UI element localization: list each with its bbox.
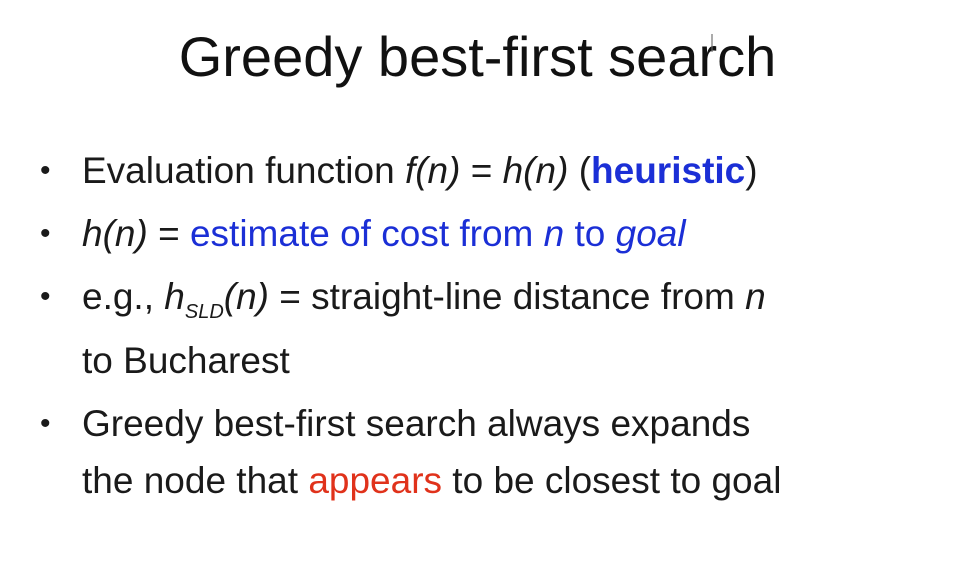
formula-f-n: f(n)	[404, 150, 461, 191]
slide: Greedy best-first search • Evaluation fu…	[0, 0, 955, 583]
formula-h: h	[164, 276, 185, 317]
bullet-text: e.g.,	[82, 276, 165, 317]
bullet-text: to be closest to goal	[442, 460, 782, 501]
bullet-example: • e.g., hSLD(n) = straight-line distance…	[40, 268, 781, 389]
formula-h-n: h(n)	[502, 150, 569, 191]
bullet-text-continued: to Bucharest	[82, 340, 290, 381]
formula-h-n: h(n)	[82, 213, 148, 254]
variable-n: n	[543, 213, 565, 254]
bullet-text: (	[568, 150, 592, 191]
bullet-dot-icon: •	[40, 407, 51, 440]
bullet-text-continued: the node that	[82, 460, 309, 501]
bullet-greedy-description: • Greedy best-first search always expand…	[40, 395, 781, 509]
bullet-dot-icon: •	[40, 154, 51, 187]
variable-n: n	[745, 276, 766, 317]
bullet-text: =	[147, 213, 190, 254]
definition-text: to	[564, 213, 616, 254]
bullet-h-definition: • h(n) = estimate of cost from n to goal	[40, 205, 781, 262]
bullet-text: )	[745, 150, 758, 191]
bullet-evaluation-function: • Evaluation function f(n) = h(n) (heuri…	[40, 142, 781, 199]
goal-term: goal	[615, 213, 686, 254]
bullet-dot-icon: •	[40, 217, 51, 250]
bullet-text: Greedy best-first search always expands	[82, 403, 751, 444]
bullet-text: = straight-line distance from	[269, 276, 746, 317]
definition-text: estimate of cost from	[189, 213, 544, 254]
bullet-dot-icon: •	[40, 280, 51, 313]
formula-subscript-sld: SLD	[184, 301, 224, 323]
formula-n: (n)	[223, 276, 269, 317]
bullet-text: Evaluation function	[82, 150, 405, 191]
text-cursor-icon	[711, 34, 716, 52]
heuristic-term: heuristic	[591, 150, 746, 191]
bullet-list: • Evaluation function f(n) = h(n) (heuri…	[40, 142, 781, 515]
appears-term: appears	[308, 460, 443, 501]
bullet-text: =	[460, 150, 503, 191]
slide-title: Greedy best-first search	[178, 25, 777, 88]
